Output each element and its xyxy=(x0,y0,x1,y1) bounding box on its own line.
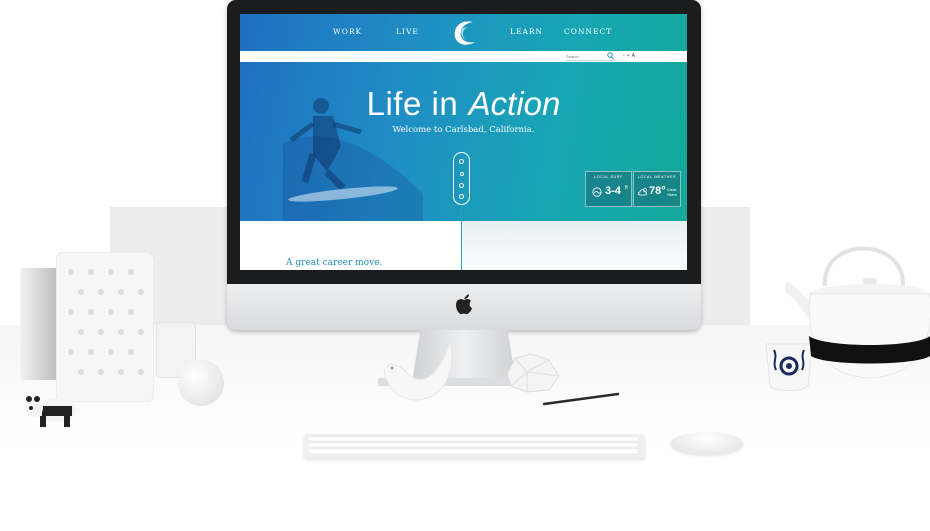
white-sphere xyxy=(178,360,224,406)
text-size-controls[interactable]: -+A xyxy=(623,53,637,59)
text-size-a[interactable]: A xyxy=(632,53,637,59)
surf-unit: ft xyxy=(625,185,628,191)
weather-label: LOCAL WEATHER xyxy=(637,175,677,179)
weather-icon xyxy=(638,188,647,196)
nav-live[interactable]: LIVE xyxy=(396,27,419,36)
surf-label: LOCAL SURF xyxy=(594,175,623,179)
website-screen: WORK LIVE LEARN CONNECT Search -+A Life … xyxy=(240,14,687,270)
content-image-panel xyxy=(462,221,687,270)
weather-desc: Clear Skies xyxy=(667,187,677,197)
bird-figurine xyxy=(378,340,458,402)
hero-title: Life in Action xyxy=(240,84,687,123)
utility-bar xyxy=(240,51,687,62)
surf-value: 3-4 xyxy=(605,185,621,197)
pencil-cup xyxy=(18,234,60,380)
pager-dot[interactable] xyxy=(459,183,464,188)
scroll-line-lower xyxy=(461,221,462,270)
mouse xyxy=(671,432,743,454)
nav-work[interactable]: WORK xyxy=(333,27,362,36)
pager-dot[interactable] xyxy=(459,159,464,164)
surf-widget[interactable]: LOCAL SURF 3-4 ft xyxy=(585,171,632,207)
brand-c-logo[interactable] xyxy=(451,19,478,47)
hero-title-plain: Life in xyxy=(366,85,459,122)
career-teaser[interactable]: A great career move. xyxy=(286,258,382,268)
weather-widget[interactable]: LOCAL WEATHER 78° Clear Skies xyxy=(633,171,681,207)
nav-learn[interactable]: LEARN xyxy=(510,27,543,36)
hero-title-italic: Action xyxy=(468,85,561,122)
nav-connect[interactable]: CONNECT xyxy=(564,27,612,36)
keyboard xyxy=(304,434,645,458)
crumpled-paper xyxy=(503,352,561,394)
perforated-vase xyxy=(55,251,155,403)
search-icon[interactable] xyxy=(607,52,614,60)
surf-icon xyxy=(592,187,602,197)
slide-pager[interactable] xyxy=(453,152,470,205)
pencil xyxy=(542,392,622,406)
apple-icon xyxy=(456,294,472,315)
teapot xyxy=(782,216,930,382)
pager-dot[interactable] xyxy=(459,172,464,176)
panda-figurine xyxy=(22,392,82,428)
hero-subtitle: Welcome to Carlsbad, California. xyxy=(392,125,535,135)
weather-value: 78° xyxy=(649,185,666,197)
desk-scene: WORK LIVE LEARN CONNECT Search -+A Life … xyxy=(0,0,930,531)
pager-dot[interactable] xyxy=(459,194,464,199)
